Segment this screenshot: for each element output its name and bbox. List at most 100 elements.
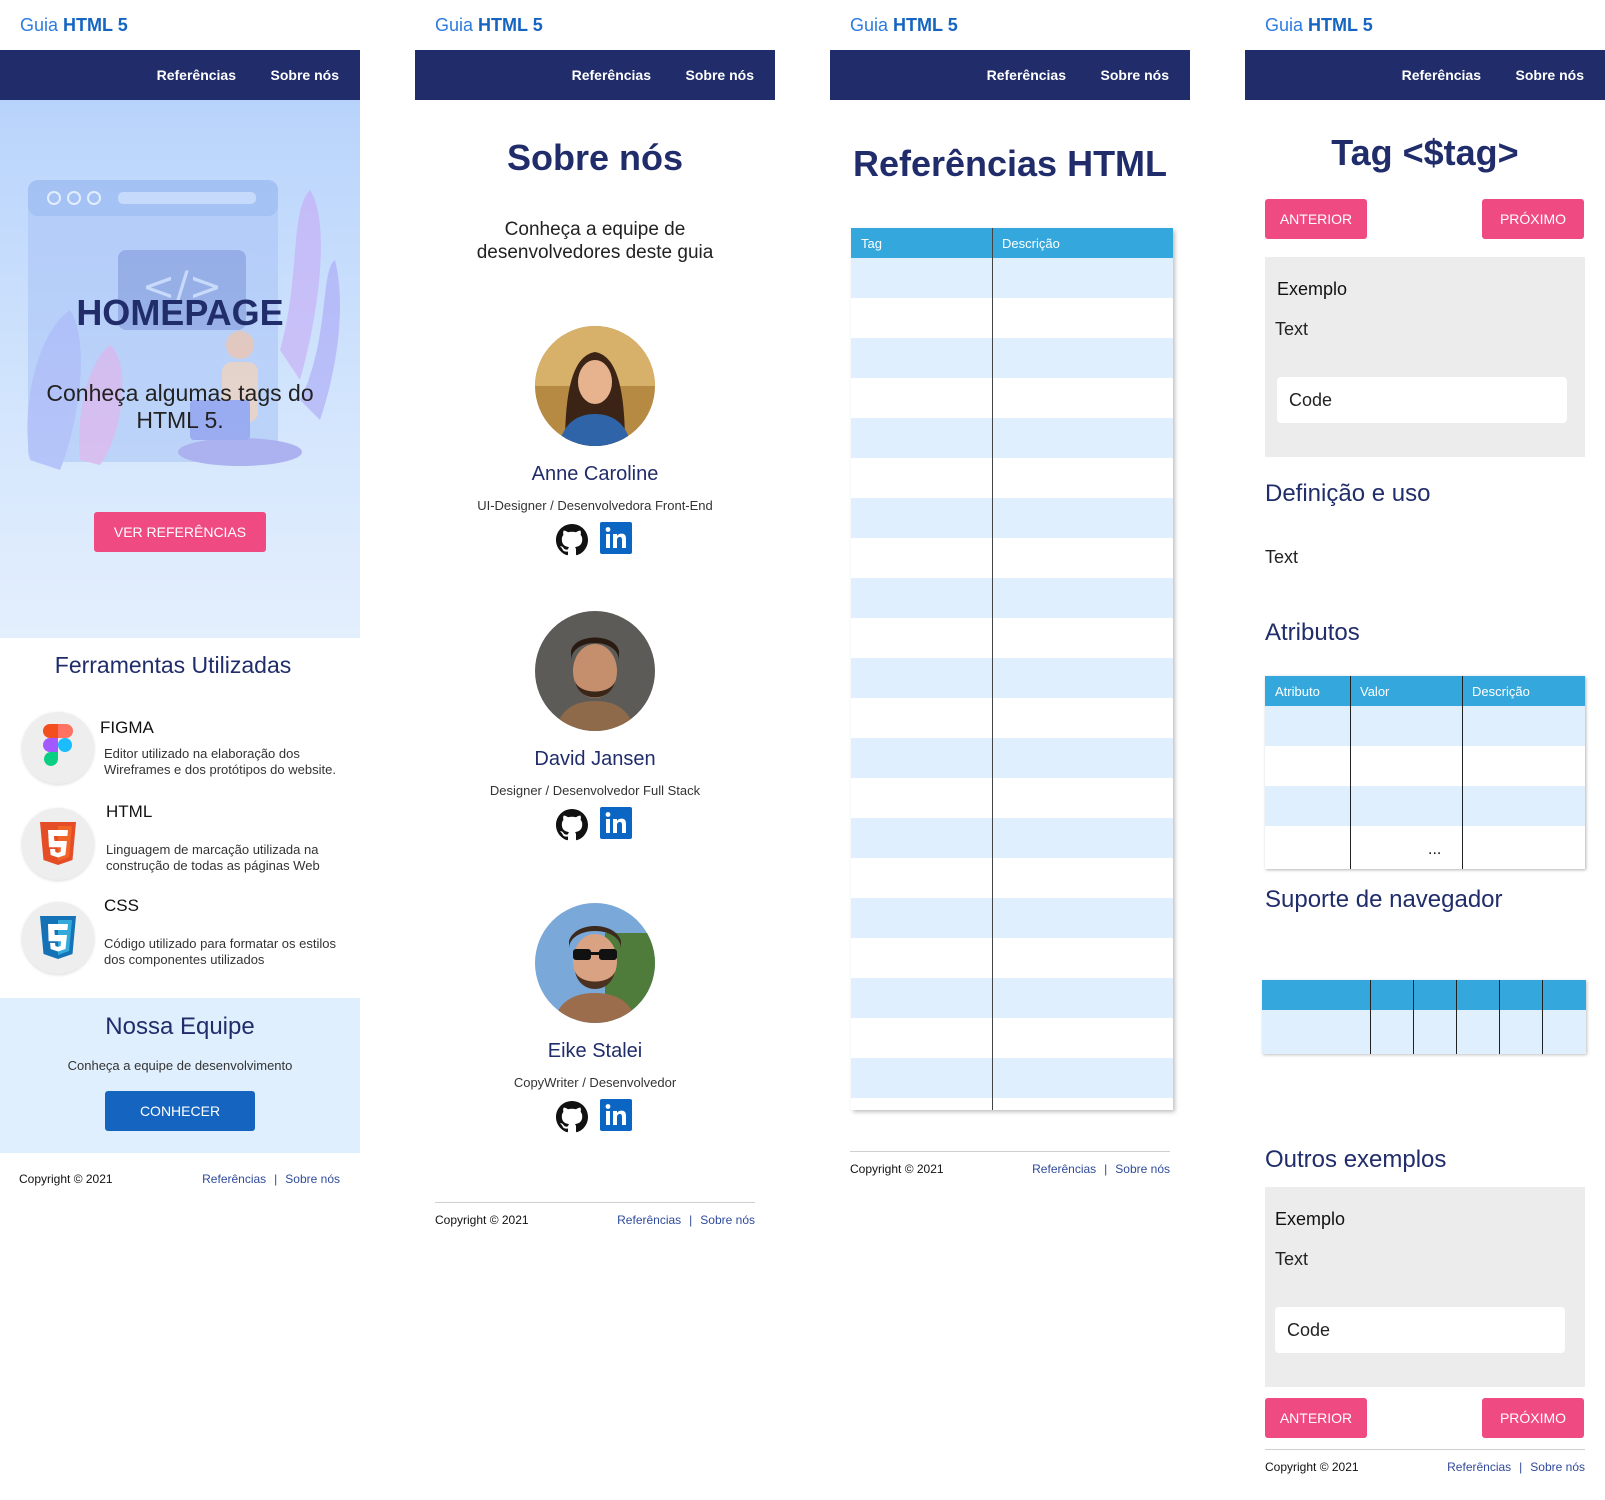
footer-link-references[interactable]: Referências [202, 1172, 266, 1186]
brand-prefix: Guia [20, 15, 59, 35]
footer-separator: | [1104, 1162, 1108, 1176]
nav-link-references[interactable]: Referências [572, 67, 651, 83]
table-row [851, 818, 1173, 858]
brand-logo[interactable]: Guia HTML 5 [20, 15, 128, 36]
css3-icon [22, 902, 94, 974]
footer-link-references[interactable]: Referências [1032, 1162, 1096, 1176]
browser-support-table [1262, 980, 1586, 1054]
example-code: Code [1275, 1307, 1565, 1353]
linkedin-icon[interactable] [600, 807, 632, 839]
team-member-card: Eike Stalei CopyWriter / Desenvolvedor [415, 903, 775, 1143]
page-title: Sobre nós [506, 137, 684, 178]
nav-link-references[interactable]: Referências [987, 67, 1066, 83]
nav-link-references[interactable]: Referências [157, 67, 236, 83]
linkedin-icon[interactable] [600, 1099, 632, 1131]
tool-item-html: HTML Linguagem de marcação utilizada na … [0, 802, 360, 898]
nav-link-references[interactable]: Referências [1402, 67, 1481, 83]
example-box: Exemplo Text Code [1265, 1187, 1585, 1387]
brand-bold: HTML 5 [893, 15, 958, 35]
column-divider [1462, 676, 1463, 869]
linkedin-icon[interactable] [600, 522, 632, 554]
table-row [851, 698, 1173, 738]
meet-team-button[interactable]: CONHECER [105, 1091, 255, 1131]
nav-link-about[interactable]: Sobre nós [271, 67, 339, 83]
team-title: Nossa Equipe [105, 1013, 255, 1040]
table-row [851, 938, 1173, 978]
column-divider [1499, 980, 1500, 1054]
footer-separator: | [689, 1213, 693, 1227]
footer-copyright: Copyright © 2021 [19, 1172, 113, 1186]
nav-link-about[interactable]: Sobre nós [1101, 67, 1169, 83]
brand-bold: HTML 5 [63, 15, 128, 35]
brand-bold: HTML 5 [1308, 15, 1373, 35]
view-references-button[interactable]: VER REFERÊNCIAS [94, 512, 266, 552]
brand-logo[interactable]: Guia HTML 5 [850, 15, 958, 36]
footer-links: Referências | Sobre nós [1447, 1460, 1585, 1474]
table-row [851, 858, 1173, 898]
github-icon[interactable] [556, 1101, 588, 1133]
table-row [851, 378, 1173, 418]
github-icon[interactable] [556, 524, 588, 556]
nav-link-about[interactable]: Sobre nós [1516, 67, 1584, 83]
previous-button[interactable]: ANTERIOR [1265, 199, 1367, 239]
avatar [535, 903, 655, 1023]
brand-logo[interactable]: Guia HTML 5 [1265, 15, 1373, 36]
more-rows-indicator: ... [1428, 841, 1442, 858]
footer-links: Referências | Sobre nós [1032, 1162, 1170, 1176]
previous-button[interactable]: ANTERIOR [1265, 1398, 1367, 1438]
other-examples-title: Outros exemplos [1265, 1146, 1447, 1173]
footer-separator: | [1519, 1460, 1523, 1474]
nav-link-about[interactable]: Sobre nós [686, 67, 754, 83]
team-section: Nossa Equipe Conheça a equipe de desenvo… [0, 998, 360, 1153]
footer: Copyright © 2021 Referências | Sobre nós [435, 1202, 755, 1242]
github-icon[interactable] [556, 809, 588, 841]
member-role: UI-Designer / Desenvolvedora Front-End [477, 498, 713, 513]
tool-item-figma: FIGMA Editor utilizado na elaboração dos… [0, 712, 360, 802]
table-row [851, 458, 1173, 498]
definition-title: Definição e uso [1265, 480, 1431, 507]
footer: Copyright © 2021 Referências | Sobre nós [1265, 1449, 1585, 1489]
table-header [1262, 980, 1586, 1010]
footer-link-about[interactable]: Sobre nós [1115, 1162, 1170, 1176]
table-row [851, 418, 1173, 458]
footer-link-references[interactable]: Referências [1447, 1460, 1511, 1474]
footer-link-about[interactable]: Sobre nós [1530, 1460, 1585, 1474]
html5-icon [22, 808, 94, 880]
table-row [851, 578, 1173, 618]
navbar: Referências Sobre nós [830, 50, 1190, 100]
table-row [851, 738, 1173, 778]
next-button[interactable]: PRÓXIMO [1482, 199, 1584, 239]
table-row [851, 1058, 1173, 1098]
tool-item-css: CSS Código utilizado para formatar os es… [0, 896, 360, 992]
tool-description: Linguagem de marcação utilizada na const… [106, 842, 320, 873]
table-row [851, 538, 1173, 578]
brand-logo[interactable]: Guia HTML 5 [435, 15, 543, 36]
definition-text: Text [1265, 547, 1299, 567]
column-header-tag: Tag [861, 236, 882, 251]
table-row [851, 498, 1173, 538]
tool-name: CSS [104, 896, 139, 915]
footer-link-about[interactable]: Sobre nós [285, 1172, 340, 1186]
team-subtitle: Conheça a equipe de desenvolvimento [67, 1058, 293, 1073]
column-header-value: Valor [1360, 684, 1390, 699]
avatar [535, 326, 655, 446]
tool-description: Editor utilizado na elaboração dos Wiref… [104, 746, 336, 777]
tool-description: Código utilizado para formatar os estilo… [104, 936, 336, 967]
footer-links: Referências | Sobre nós [617, 1213, 755, 1227]
page-subtitle: Conheça a equipe de desenvolvedores dest… [476, 219, 714, 263]
tools-title: Ferramentas Utilizadas [54, 652, 292, 678]
tool-name: HTML [106, 802, 153, 821]
navbar: Referências Sobre nós [0, 50, 360, 100]
footer-link-about[interactable]: Sobre nós [700, 1213, 755, 1227]
footer-link-references[interactable]: Referências [617, 1213, 681, 1227]
next-button[interactable]: PRÓXIMO [1482, 1398, 1584, 1438]
brand-prefix: Guia [1265, 15, 1304, 35]
member-name: David Jansen [534, 748, 656, 770]
table-row [851, 618, 1173, 658]
column-divider [1350, 676, 1351, 869]
column-divider [1370, 980, 1371, 1054]
tag-detail-screen: Guia HTML 5 Referências Sobre nós Tag <$… [1245, 0, 1605, 1500]
column-header-description: Descrição [1472, 684, 1530, 699]
example-code: Code [1277, 377, 1567, 423]
homepage-screen: Guia HTML 5 Referências Sobre nós </> HO… [0, 0, 360, 1500]
